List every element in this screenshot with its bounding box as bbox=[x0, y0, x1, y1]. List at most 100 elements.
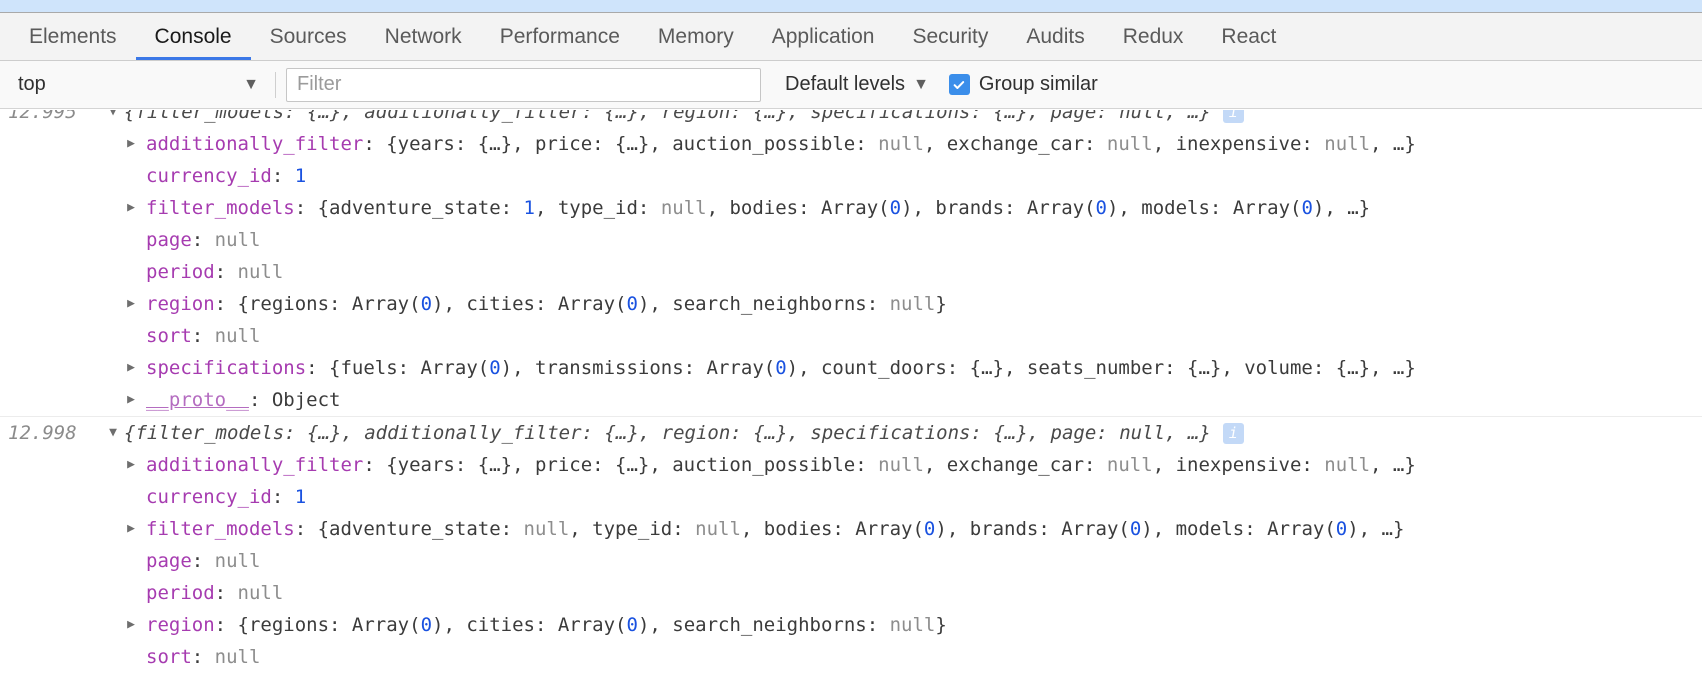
property-colon: : bbox=[214, 582, 238, 604]
group-similar-toggle[interactable]: Group similar bbox=[948, 73, 1098, 96]
property-colon: : bbox=[306, 357, 330, 379]
property-key: filter_models bbox=[146, 518, 295, 540]
message-timestamp: 12.998 bbox=[8, 422, 77, 444]
object-property-row[interactable]: additionally_filter: {years: {…}, price:… bbox=[0, 128, 1702, 160]
property-key: currency_id bbox=[146, 486, 272, 508]
property-colon: : bbox=[271, 165, 295, 187]
tab-memory[interactable]: Memory bbox=[639, 13, 753, 60]
log-levels-dropdown[interactable]: Default levels ▼ bbox=[785, 73, 929, 96]
property-colon: : bbox=[294, 197, 318, 219]
info-badge-icon[interactable]: i bbox=[1222, 110, 1244, 123]
property-key: period bbox=[146, 582, 215, 604]
triangle-right-icon[interactable] bbox=[120, 128, 142, 160]
object-property-row[interactable]: __proto__: Object bbox=[0, 384, 1702, 416]
property-value: {years: {…}, price: {…}, auction_possibl… bbox=[386, 133, 1416, 155]
chevron-down-icon: ▼ bbox=[913, 75, 929, 93]
tab-label: Sources bbox=[269, 24, 347, 48]
property-colon: : bbox=[191, 325, 215, 347]
property-key: currency_id bbox=[146, 165, 272, 187]
property-key: page bbox=[146, 229, 192, 251]
object-property-row[interactable]: filter_models: {adventure_state: null, t… bbox=[0, 513, 1702, 545]
tab-elements[interactable]: Elements bbox=[10, 13, 136, 60]
property-key: specifications bbox=[146, 357, 307, 379]
property-colon: : bbox=[248, 389, 272, 411]
info-badge-icon[interactable]: i bbox=[1222, 422, 1244, 444]
property-key: filter_models bbox=[146, 197, 295, 219]
devtools-window: Elements Console Sources Network Performance… bbox=[0, 0, 1702, 688]
object-property-row[interactable]: page: null bbox=[0, 545, 1702, 577]
property-key: region bbox=[146, 293, 215, 315]
tab-redux[interactable]: Redux bbox=[1104, 13, 1203, 60]
tab-label: Performance bbox=[499, 24, 620, 48]
execution-context-select[interactable]: top ▼ bbox=[18, 73, 273, 96]
triangle-right-icon[interactable] bbox=[120, 384, 142, 416]
object-property-row[interactable]: currency_id: 1 bbox=[0, 160, 1702, 192]
tab-network[interactable]: Network bbox=[366, 13, 481, 60]
property-value: {fuels: Array(0), transmissions: Array(0… bbox=[329, 357, 1416, 379]
tab-sources[interactable]: Sources bbox=[251, 13, 366, 60]
tab-security[interactable]: Security bbox=[893, 13, 1007, 60]
property-value: {regions: Array(0), cities: Array(0), se… bbox=[237, 293, 947, 315]
tab-react[interactable]: React bbox=[1202, 13, 1295, 60]
property-value: 1 bbox=[294, 486, 307, 508]
console-message[interactable]: 12.998 {filter_models: {…}, additionally_… bbox=[0, 417, 1702, 673]
console-message-list[interactable]: 12.995 {filter_models: {…}, additionally_… bbox=[0, 110, 1702, 688]
property-colon: : bbox=[363, 454, 387, 476]
property-colon: : bbox=[363, 133, 387, 155]
object-property-row[interactable]: period: null bbox=[0, 577, 1702, 609]
console-message-header[interactable]: 12.995 {filter_models: {…}, additionally_… bbox=[0, 110, 1702, 128]
property-value: {adventure_state: 1, type_id: null, bodi… bbox=[317, 197, 1371, 219]
tab-console[interactable]: Console bbox=[135, 13, 251, 60]
tab-audits[interactable]: Audits bbox=[1007, 13, 1103, 60]
property-colon: : bbox=[191, 550, 215, 572]
object-property-row[interactable]: specifications: {fuels: Array(0), transm… bbox=[0, 352, 1702, 384]
console-toolbar: top ▼ Default levels ▼ Group similar bbox=[0, 61, 1702, 109]
object-property-row[interactable]: filter_models: {adventure_state: 1, type… bbox=[0, 192, 1702, 224]
object-property-row[interactable]: sort: null bbox=[0, 320, 1702, 352]
property-key: page bbox=[146, 550, 192, 572]
tab-performance[interactable]: Performance bbox=[481, 13, 639, 60]
triangle-down-icon[interactable] bbox=[102, 417, 124, 449]
object-property-row[interactable]: region: {regions: Array(0), cities: Arra… bbox=[0, 288, 1702, 320]
property-key: __proto__ bbox=[146, 389, 249, 411]
tab-label: Audits bbox=[1026, 24, 1085, 48]
object-property-row[interactable]: additionally_filter: {years: {…}, price:… bbox=[0, 449, 1702, 481]
object-property-row[interactable]: currency_id: 1 bbox=[0, 481, 1702, 513]
object-property-row[interactable]: region: {regions: Array(0), cities: Arra… bbox=[0, 609, 1702, 641]
property-value: {adventure_state: null, type_id: null, b… bbox=[317, 518, 1405, 540]
filter-input[interactable] bbox=[286, 67, 761, 102]
property-value: Object bbox=[271, 389, 341, 411]
property-colon: : bbox=[191, 229, 215, 251]
object-property-row[interactable]: period: null bbox=[0, 256, 1702, 288]
object-property-row[interactable]: sort: null bbox=[0, 641, 1702, 673]
console-message[interactable]: 12.995 {filter_models: {…}, additionally_… bbox=[0, 110, 1702, 417]
property-colon: : bbox=[191, 646, 215, 668]
triangle-right-icon[interactable] bbox=[120, 352, 142, 384]
checkbox-checked-icon[interactable] bbox=[948, 74, 970, 95]
tab-application[interactable]: Application bbox=[753, 13, 894, 60]
property-value: {regions: Array(0), cities: Array(0), se… bbox=[237, 614, 947, 636]
triangle-right-icon[interactable] bbox=[120, 513, 142, 545]
console-message-header[interactable]: 12.998 {filter_models: {…}, additionally_… bbox=[0, 417, 1702, 449]
property-value: {years: {…}, price: {…}, auction_possibl… bbox=[386, 454, 1416, 476]
property-key: period bbox=[146, 261, 215, 283]
devtools-tab-bar: Elements Console Sources Network Performance… bbox=[0, 13, 1702, 61]
log-levels-label: Default levels bbox=[785, 73, 906, 95]
triangle-right-icon[interactable] bbox=[120, 449, 142, 481]
property-value: null bbox=[214, 325, 261, 347]
property-value: null bbox=[214, 550, 261, 572]
property-colon: : bbox=[271, 486, 295, 508]
message-timestamp: 12.995 bbox=[8, 110, 77, 123]
property-value: 1 bbox=[294, 165, 307, 187]
triangle-down-icon[interactable] bbox=[102, 110, 124, 128]
tab-label: Console bbox=[154, 24, 232, 48]
property-colon: : bbox=[294, 518, 318, 540]
triangle-right-icon[interactable] bbox=[120, 609, 142, 641]
property-key: region bbox=[146, 614, 215, 636]
triangle-right-icon[interactable] bbox=[120, 288, 142, 320]
console-scroll-area[interactable]: 12.995 {filter_models: {…}, additionally_… bbox=[0, 110, 1702, 673]
tab-label: Elements bbox=[29, 24, 117, 48]
object-property-row[interactable]: page: null bbox=[0, 224, 1702, 256]
tab-label: Redux bbox=[1122, 24, 1184, 48]
triangle-right-icon[interactable] bbox=[120, 192, 142, 224]
